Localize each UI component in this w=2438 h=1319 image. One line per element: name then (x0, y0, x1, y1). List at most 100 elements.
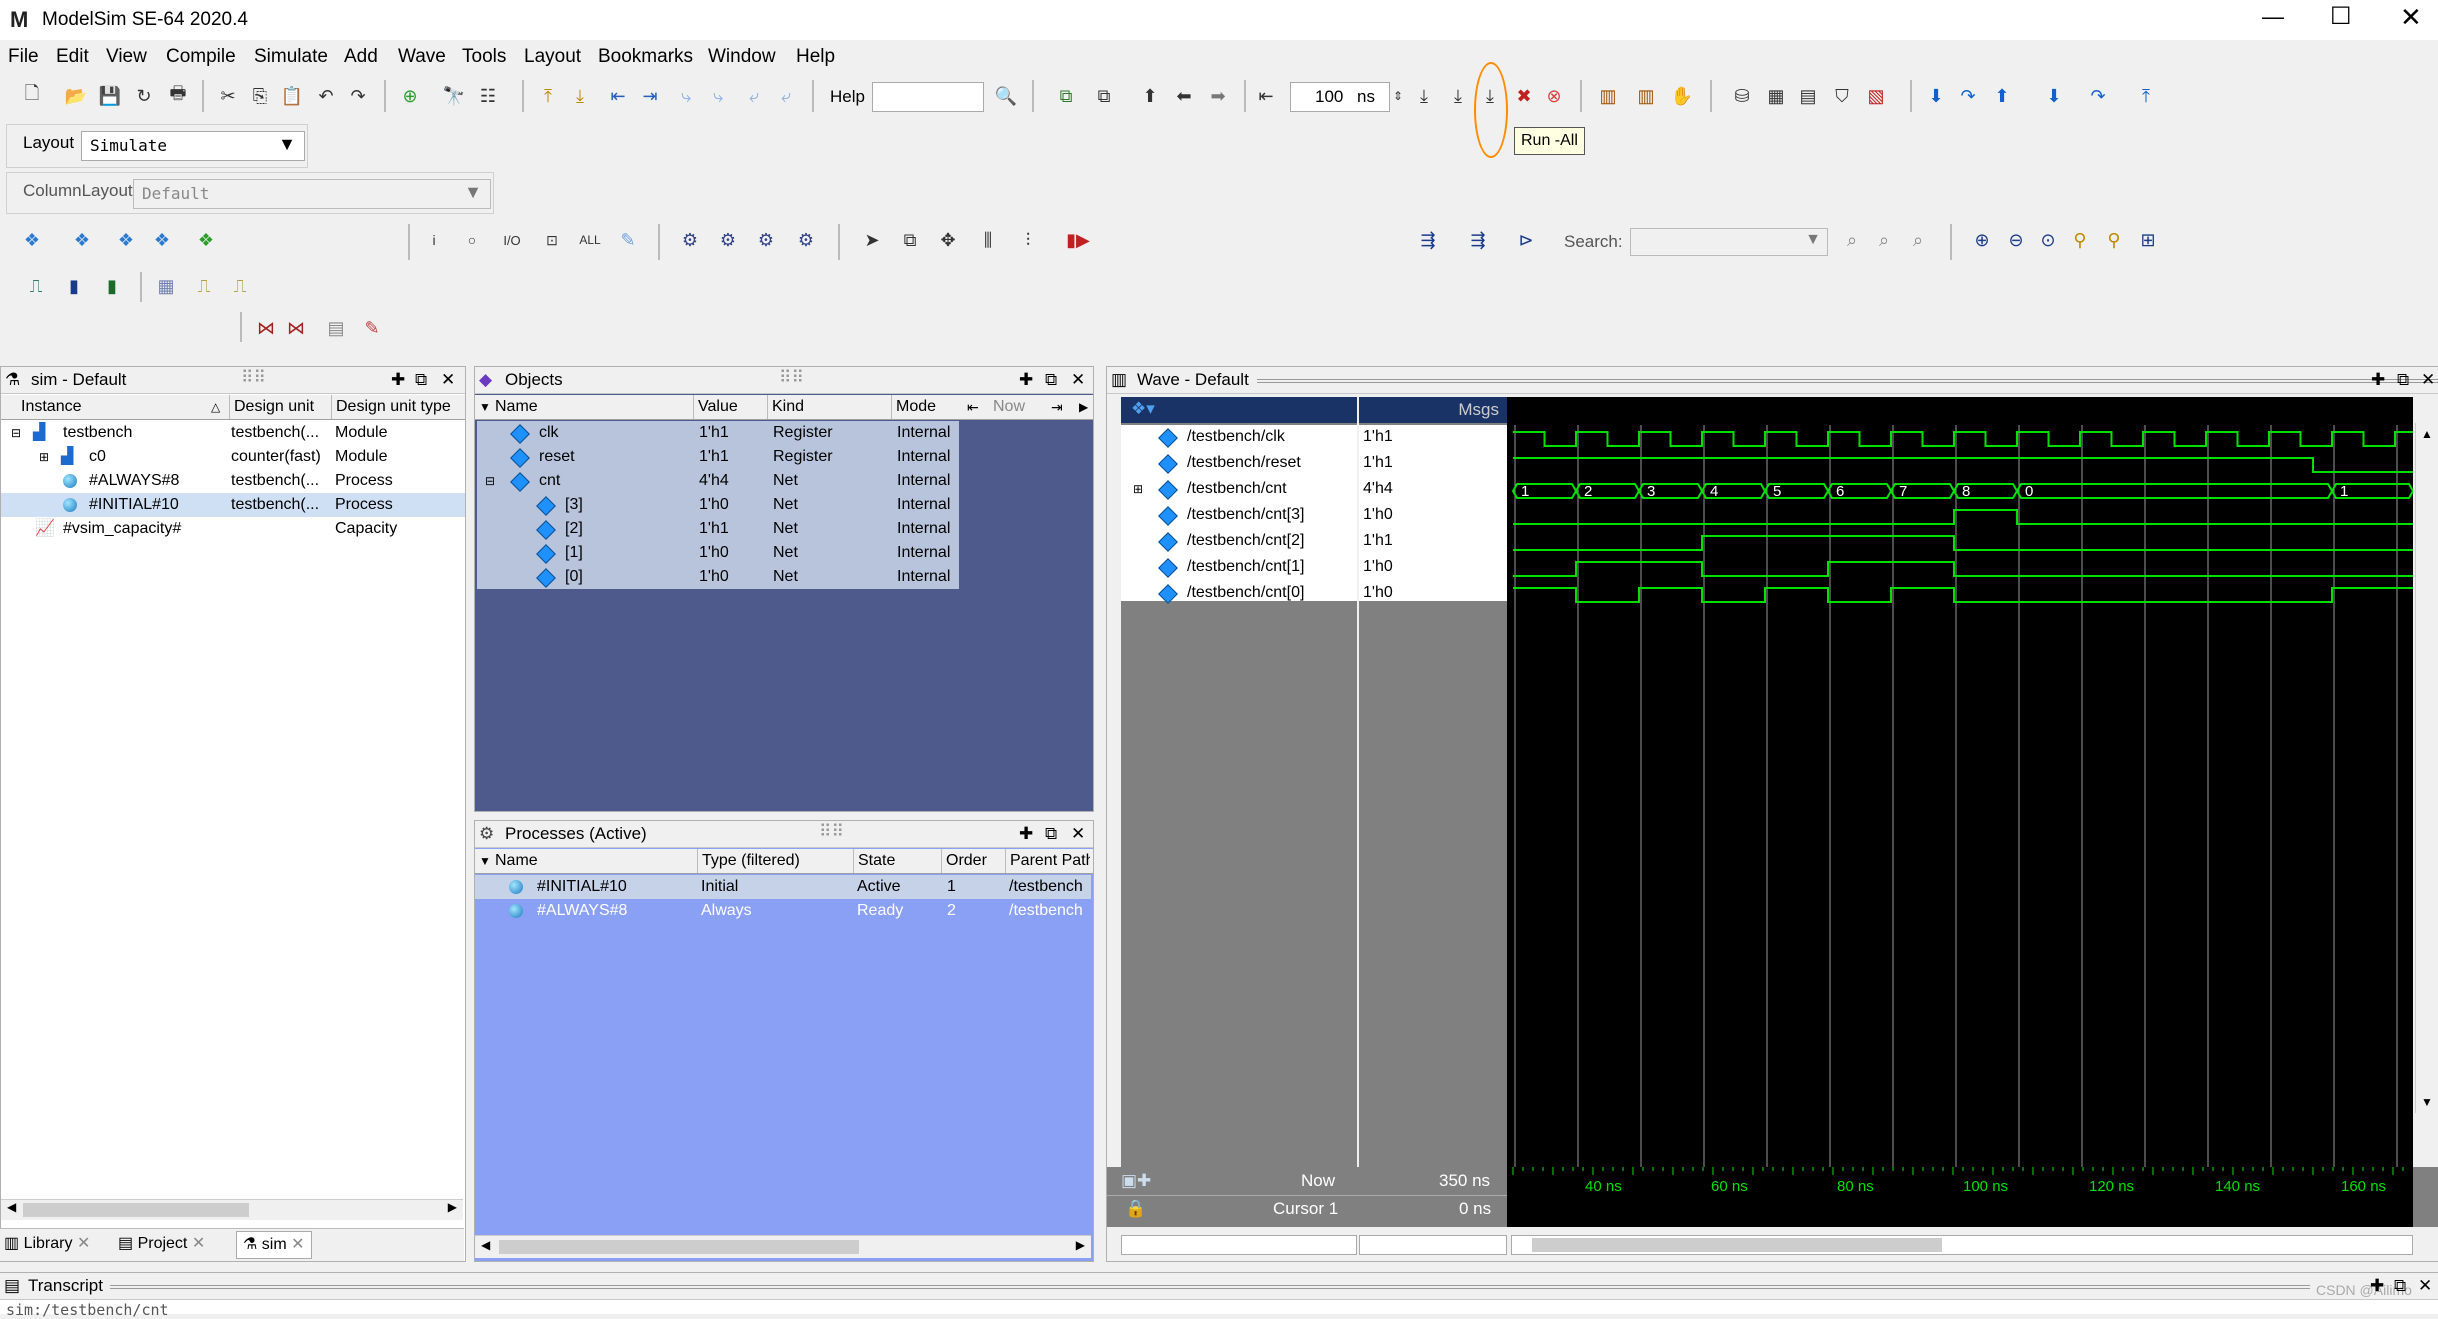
wave-status-icons[interactable]: ▣✚ (1121, 1171, 1151, 1191)
gear-icon-4[interactable]: ⚙ (792, 226, 820, 254)
panel-grip[interactable] (1257, 379, 2438, 383)
panel-grip[interactable] (110, 1285, 2310, 1289)
list-item[interactable]: [0] 1'h0 Net Internal (477, 565, 959, 589)
scroll-right-icon[interactable]: ▶ (1079, 395, 1088, 419)
run-length-input[interactable]: 100 ns (1290, 82, 1390, 112)
coverage-icon[interactable]: ⛉ (1828, 82, 1856, 110)
table-row[interactable]: #ALWAYS#8 testbench(... Process (1, 469, 465, 493)
names-scroll[interactable] (1121, 1235, 1357, 1255)
find-next-icon[interactable]: ⇶ (1414, 226, 1442, 254)
close-icon[interactable]: ✕ (192, 1235, 205, 1252)
menu-wave[interactable]: Wave (398, 46, 446, 68)
collapse-icon[interactable]: ⊟ (11, 421, 21, 445)
now-next-icon[interactable]: ⇥ (1051, 395, 1063, 419)
search-icon-2[interactable]: ⌕ (1870, 226, 1898, 254)
table-row-selected[interactable]: #INITIAL#10 testbench(... Process (1, 493, 465, 517)
end-sim-icon[interactable]: ▧ (1862, 82, 1890, 110)
wave-signal-row[interactable]: /testbench/clk 1'h1 (1121, 425, 1507, 449)
zoom-in-icon[interactable]: ⊕ (1968, 226, 1996, 254)
close-icon[interactable]: ✕ (2400, 2, 2422, 33)
menu-view[interactable]: View (106, 46, 147, 68)
dock-icon[interactable]: ✚ (1019, 367, 1033, 393)
tool-icon-3[interactable]: ▤ (322, 314, 350, 342)
list-item[interactable]: [2] 1'h1 Net Internal (477, 517, 959, 541)
zoom-mode-icon[interactable]: ⧉ (896, 226, 924, 254)
menu-tools[interactable]: Tools (462, 46, 506, 68)
column-header-name[interactable]: Name (495, 395, 538, 419)
table-row[interactable]: ⊟ ▟ testbench testbench(... Module (1, 421, 465, 445)
undock-icon[interactable]: ⧉ (2397, 367, 2409, 393)
dock-icon[interactable]: ✚ (1019, 821, 1033, 847)
filter-icon[interactable]: ▼ (479, 395, 491, 419)
panel-grip[interactable]: ⠿⠿ (779, 365, 804, 391)
horizontal-scrollbar[interactable]: ◀ ▶ (1, 1199, 463, 1220)
table-row[interactable]: #ALWAYS#8 Always Ready 2 /testbench (475, 899, 1091, 923)
wave-style-icon-3[interactable]: ▮ (98, 272, 126, 300)
print-icon[interactable]: 🖶 (164, 82, 192, 110)
zoom-last-icon[interactable]: ⊞ (2134, 226, 2162, 254)
wave-signal-row[interactable]: /testbench/reset 1'h1 (1121, 451, 1507, 475)
column-header-mode[interactable]: Mode (891, 395, 936, 419)
scroll-thumb[interactable] (23, 1203, 249, 1217)
column-header-type[interactable]: Type (filtered) (697, 849, 800, 873)
wave-tool-icon[interactable]: ❖▾ (1131, 399, 1155, 419)
zoom-full-icon[interactable]: ⊙ (2034, 226, 2062, 254)
paste-icon[interactable]: 📋 (278, 82, 306, 110)
open-folder-icon[interactable]: 📂 (62, 82, 90, 110)
filter-o-icon[interactable]: ○ (458, 226, 486, 254)
wave-style-icon-2[interactable]: ▮ (60, 272, 88, 300)
scroll-left-icon[interactable]: ◀ (7, 1200, 16, 1214)
menu-help[interactable]: Help (796, 46, 835, 68)
wave-style-icon-1[interactable]: ⎍ (22, 272, 50, 300)
undock-icon[interactable]: ⧉ (1045, 367, 1057, 393)
close-icon[interactable]: ✕ (291, 1236, 304, 1253)
filter-io-icon[interactable]: I/O (498, 226, 526, 254)
zoom-out-icon[interactable]: ⊖ (2002, 226, 2030, 254)
collapse-icon[interactable]: ⊟ (485, 469, 495, 493)
dock-icon[interactable]: ✚ (2370, 1273, 2384, 1299)
close-icon[interactable]: ✕ (2418, 1273, 2432, 1299)
step-into-icon[interactable]: ⬇ (1922, 82, 1950, 110)
filter-icon[interactable]: ▼ (479, 849, 491, 873)
add-dataflow-icon[interactable]: ❖ (148, 226, 176, 254)
edit-icon[interactable]: ⫶ (1014, 226, 1042, 254)
search-input[interactable]: ▼ (1630, 228, 1828, 256)
step-icon-3[interactable]: ⇤ (604, 82, 632, 110)
scroll-down-icon[interactable]: ▼ (2421, 1095, 2433, 1109)
scroll-left-icon[interactable]: ◀ (481, 1238, 490, 1252)
gear-icon-3[interactable]: ⚙ (752, 226, 780, 254)
up-arrow-icon[interactable]: ⬆ (1136, 82, 1164, 110)
wave-horizontal-scrollbar[interactable] (1107, 1229, 2438, 1259)
filter-all-icon[interactable]: ALL (576, 226, 604, 254)
undock-icon[interactable]: ⧉ (2394, 1273, 2406, 1299)
step-icon-8[interactable]: ⤶ (772, 82, 800, 110)
waveform-display[interactable]: 1 2 3 4 5 6 7 8 0 1 (1507, 397, 2413, 1167)
forward-arrow-icon[interactable]: ➡ (1204, 82, 1232, 110)
column-header-design-unit[interactable]: Design unit (229, 395, 314, 419)
find-icon[interactable]: 🔭 (440, 82, 468, 110)
step-over-dd-icon[interactable]: ↷ (2084, 82, 2112, 110)
undock-icon[interactable]: ⧉ (415, 367, 427, 393)
wave-signal-row[interactable]: /testbench/cnt[2] 1'h1 (1121, 529, 1507, 553)
close-icon[interactable]: ✕ (77, 1235, 90, 1252)
back-arrow-icon[interactable]: ⬅ (1170, 82, 1198, 110)
scroll-thumb[interactable] (1532, 1238, 1942, 1252)
lock-icon[interactable]: 🔒 (1125, 1199, 1146, 1219)
copy-icon[interactable]: ⎘ (246, 82, 274, 110)
find-prev-icon[interactable]: ⇶ (1464, 226, 1492, 254)
performance-icon[interactable]: ▥ (1594, 82, 1622, 110)
wave-style-icon-5[interactable]: ⎍ (190, 272, 218, 300)
menu-window[interactable]: Window (708, 46, 776, 68)
filter-edit-icon[interactable]: ✎ (614, 226, 642, 254)
compile-icon[interactable]: ⧉ (1052, 82, 1080, 110)
column-header-instance[interactable]: Instance (21, 395, 81, 419)
dataflow-icon[interactable]: ⛁ (1728, 82, 1756, 110)
dock-icon[interactable]: ✚ (2371, 367, 2385, 393)
search-icon-3[interactable]: ⌕ (1904, 226, 1932, 254)
pan-icon[interactable]: ✥ (934, 226, 962, 254)
menu-layout[interactable]: Layout (524, 46, 581, 68)
vertical-scrollbar[interactable]: ▲ ▼ (2415, 423, 2438, 1113)
step-icon-4[interactable]: ⇥ (636, 82, 664, 110)
table-row[interactable]: 📈 #vsim_capacity# Capacity (1, 517, 465, 541)
tool-icon-1[interactable]: ⋈ (252, 314, 280, 342)
